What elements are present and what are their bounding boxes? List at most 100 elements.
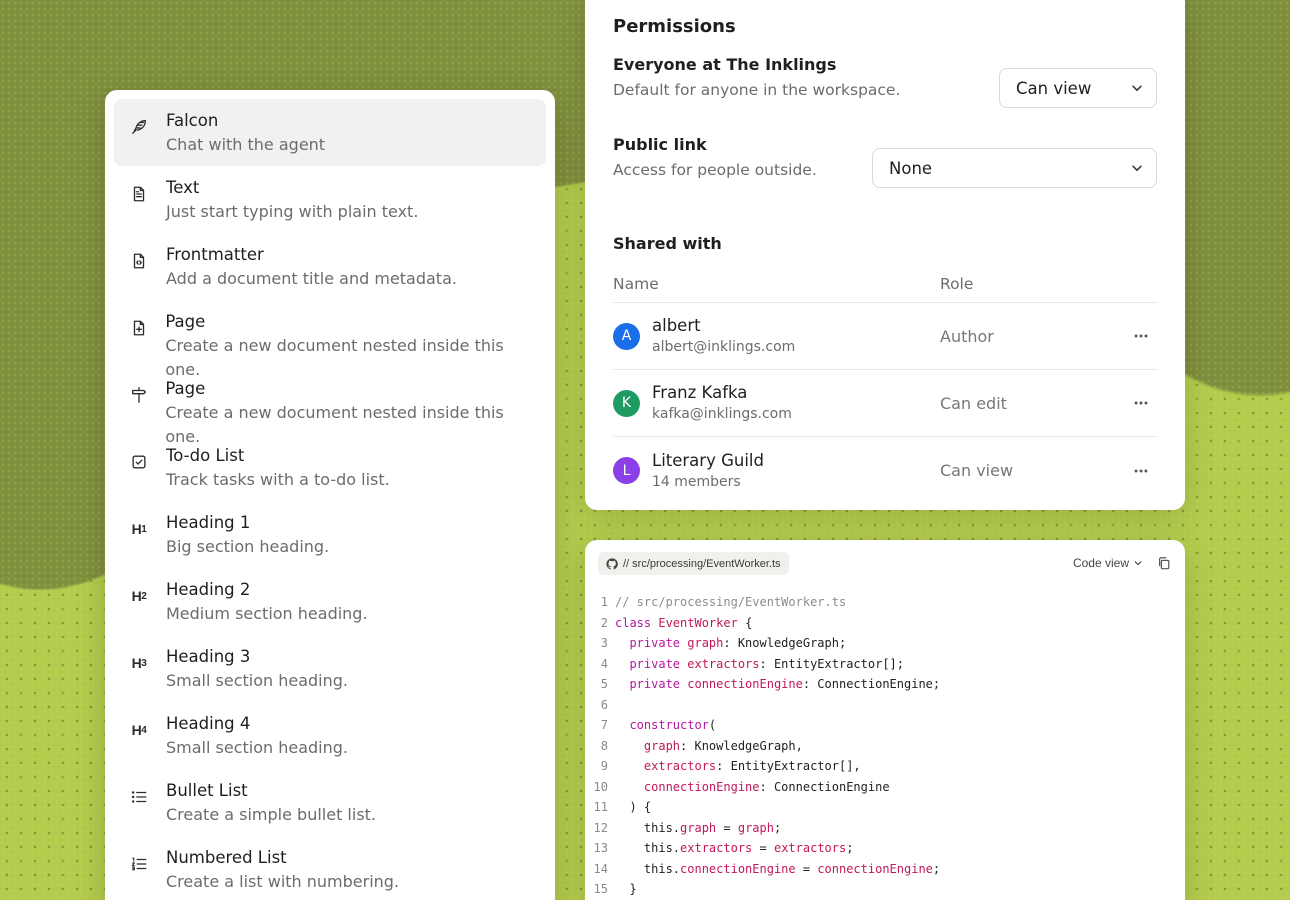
code-token: : ConnectionEngine; — [802, 677, 941, 691]
code-line: 2 class EventWorker { — [585, 613, 940, 634]
table-row: K Franz Kafka kafka@inklings.com Can edi… — [613, 370, 1157, 437]
more-options-icon[interactable] — [1131, 461, 1151, 481]
line-number: 11 — [593, 800, 608, 814]
menu-item-desc: Big section heading. — [166, 537, 330, 556]
code-view-toggle[interactable]: Code view — [1073, 556, 1143, 570]
member-info: Franz Kafka kafka@inklings.com — [652, 382, 940, 424]
code-file-path-text: // src/processing/EventWorker.ts — [623, 557, 781, 570]
code-text: } — [615, 879, 636, 900]
member-role[interactable]: Author — [940, 327, 1131, 346]
menu-item-desc: Medium section heading. — [166, 604, 368, 623]
member-name: albert — [652, 316, 701, 335]
code-text: // src/processing/EventWorker.ts — [615, 592, 846, 613]
heading-glyph: H — [131, 722, 142, 738]
menu-item-bullet-list[interactable]: Bullet List Create a simple bullet list. — [114, 769, 546, 836]
code-line: 5 private connectionEngine: ConnectionEn… — [585, 674, 940, 695]
menu-item-desc: Create a list with numbering. — [166, 872, 400, 891]
chevron-down-icon — [1134, 561, 1142, 566]
numbered-list-icon — [126, 851, 152, 877]
line-number: 5 — [600, 677, 608, 691]
menu-item-heading-4[interactable]: H4 Heading 4 Small section heading. — [114, 702, 546, 769]
heading-glyph: H — [131, 521, 142, 537]
menu-item-desc: Add a document title and metadata. — [166, 269, 457, 288]
code-token: : EntityExtractor[], — [716, 759, 861, 773]
menu-item-text: Heading 3 Small section heading. — [166, 646, 348, 693]
menu-item-text[interactable]: Text Just start typing with plain text. — [114, 166, 546, 233]
menu-item-falcon[interactable]: Falcon Chat with the agent — [114, 99, 546, 166]
line-number: 9 — [600, 759, 608, 773]
line-number: 7 — [600, 718, 608, 732]
code-token: private — [615, 636, 688, 650]
menu-item-desc: Small section heading. — [166, 671, 349, 690]
heading-level: 3 — [141, 657, 147, 669]
line-number: 4 — [600, 656, 608, 671]
heading-level: 1 — [141, 523, 147, 535]
code-token: constructor — [615, 718, 709, 732]
workspace-permission-select[interactable]: Can view — [999, 68, 1157, 108]
code-line: 13 this.extractors = extractors; — [585, 838, 940, 859]
avatar: A — [613, 322, 640, 350]
permissions-title: Permissions — [613, 16, 736, 37]
public-link-value: None — [889, 158, 933, 178]
shared-with-title: Shared with — [613, 234, 722, 253]
menu-item-text: Frontmatter Add a document title and met… — [166, 244, 457, 291]
menu-item-heading-2[interactable]: H2 Heading 2 Medium section heading. — [114, 568, 546, 635]
more-options-icon[interactable] — [1131, 326, 1151, 346]
member-role[interactable]: Can view — [940, 461, 1131, 480]
menu-item-page[interactable]: Page Create a new document nested inside… — [114, 367, 546, 446]
github-icon — [606, 557, 618, 569]
code-token: ) { — [615, 800, 652, 814]
code-token: : EntityExtractor[]; — [759, 656, 905, 671]
workspace-permission-value: Can view — [1016, 78, 1092, 98]
member-subtext: kafka@inklings.com — [652, 406, 792, 422]
menu-item-page[interactable]: Page Create a new document nested inside… — [114, 300, 546, 379]
code-token: = — [795, 861, 818, 876]
menu-item-heading-3[interactable]: H3 Heading 3 Small section heading. — [114, 635, 546, 702]
code-line: 3 private graph: KnowledgeGraph; — [585, 633, 940, 654]
line-number: 8 — [600, 738, 608, 753]
menu-item-heading-1[interactable]: H1 Heading 1 Big section heading. — [114, 501, 546, 568]
menu-item-text: Bullet List Create a simple bullet list. — [166, 780, 376, 827]
code-token: // src/processing/EventWorker.ts — [615, 595, 847, 609]
code-token: connectionEngine — [615, 779, 760, 794]
code-token: this. — [615, 820, 681, 835]
menu-item-numbered-list[interactable]: Numbered List Create a list with numberi… — [114, 836, 546, 900]
menu-item-title: Page — [165, 379, 206, 398]
public-link-select[interactable]: None — [872, 148, 1157, 188]
member-role[interactable]: Can edit — [940, 394, 1131, 413]
chevron-down-icon — [1132, 85, 1142, 91]
more-options-icon[interactable] — [1131, 393, 1151, 413]
code-token: graph — [615, 738, 681, 753]
code-token: extractors — [687, 656, 760, 671]
heading-level: 2 — [141, 590, 147, 602]
document-plus-icon — [126, 315, 151, 341]
code-file-path[interactable]: // src/processing/EventWorker.ts — [598, 552, 789, 575]
document-text-icon — [126, 181, 152, 207]
heading-level: 4 — [141, 724, 147, 736]
code-token: = — [716, 820, 738, 835]
table-row: L Literary Guild 14 members Can view — [613, 437, 1157, 504]
bullet-list-icon — [126, 784, 152, 810]
member-subtext: albert@inklings.com — [652, 339, 796, 355]
public-link-row: Public link Access for people outside. N… — [613, 134, 1157, 194]
avatar-initial: L — [622, 462, 631, 479]
menu-item-title: Heading 2 — [166, 580, 251, 599]
code-line: 8 graph: KnowledgeGraph, — [585, 736, 940, 757]
heading-2-icon: H2 — [126, 583, 152, 609]
code-token: private — [615, 656, 688, 671]
line-number: 6 — [600, 697, 608, 712]
code-text: graph: KnowledgeGraph, — [615, 736, 803, 757]
member-info: albert albert@inklings.com — [652, 315, 940, 357]
table-header: Name Role — [613, 265, 1157, 303]
heading-glyph: H — [131, 588, 142, 604]
menu-item-desc: Create a new document nested inside this… — [165, 403, 504, 446]
code-token: : ConnectionEngine — [759, 779, 890, 794]
copy-icon[interactable] — [1157, 556, 1171, 570]
menu-item-title: Heading 3 — [166, 647, 251, 666]
heading-1-icon: H1 — [126, 516, 152, 542]
code-token: : KnowledgeGraph; — [723, 636, 847, 650]
code-token: ( — [708, 718, 717, 732]
code-token: class — [615, 615, 659, 630]
code-token: { — [737, 615, 753, 630]
menu-item-frontmatter[interactable]: Frontmatter Add a document title and met… — [114, 233, 546, 300]
